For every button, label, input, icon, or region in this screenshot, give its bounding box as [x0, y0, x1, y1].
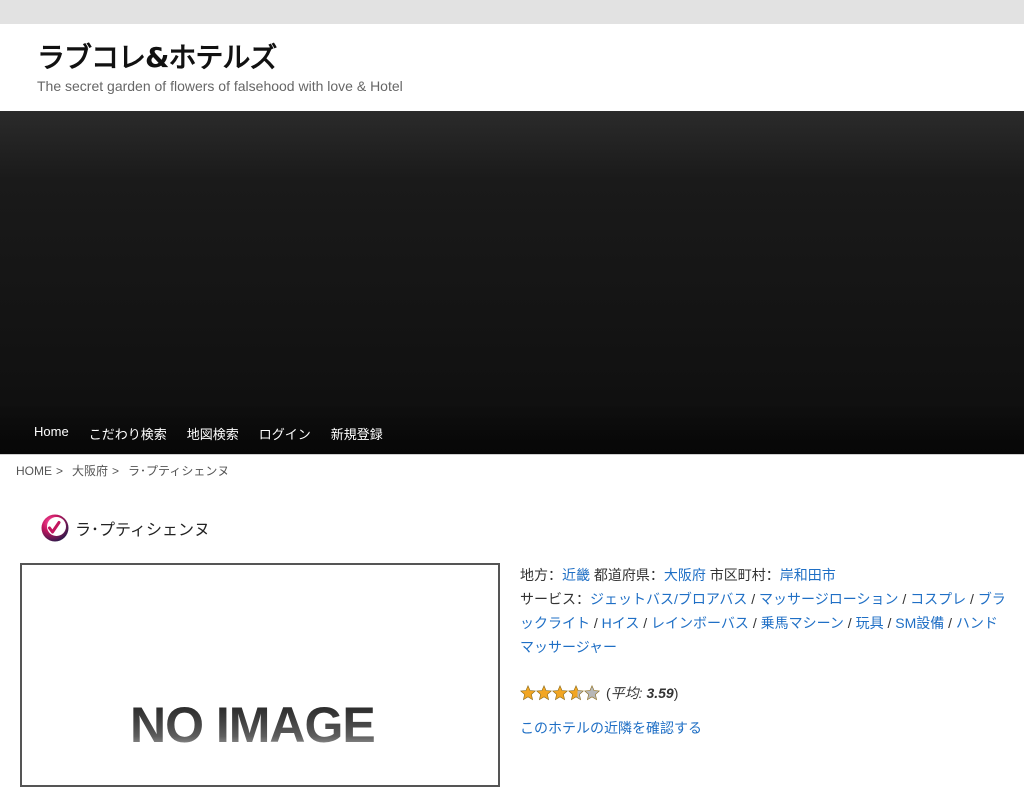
rating-close-paren: ): [673, 685, 679, 701]
nav-register[interactable]: 新規登録: [321, 412, 393, 452]
star-icon[interactable]: [552, 685, 568, 701]
city-label: 市区町村：: [709, 567, 780, 583]
hotel-info: 地方：近畿 都道府県：大阪府 市区町村：岸和田市 サービス：ジェットバス/ブロア…: [520, 563, 1008, 659]
service-separator: /: [948, 615, 953, 631]
services-row: サービス：ジェットバス/ブロアバス / マッサージローション / コスプレ / …: [520, 587, 1008, 659]
header-banner: [0, 111, 1024, 454]
no-image-placeholder: NO IMAGE: [130, 698, 405, 778]
no-image-text: NO IMAGE: [130, 697, 376, 753]
breadcrumb-separator: >: [56, 464, 64, 478]
service-separator: /: [902, 591, 907, 607]
site-tagline: The secret garden of flowers of falsehoo…: [37, 78, 403, 94]
nav-divider: [0, 454, 1024, 455]
breadcrumb-home[interactable]: HOME: [16, 464, 52, 478]
star-icon[interactable]: [568, 685, 584, 701]
city-link[interactable]: 岸和田市: [780, 567, 836, 583]
prefecture-label: 都道府県：: [593, 567, 664, 583]
rating-average-value: 3.59: [646, 685, 674, 701]
star-icon[interactable]: [520, 685, 536, 701]
service-link[interactable]: 乗馬マシーン: [761, 615, 844, 631]
service-link[interactable]: 玩具: [856, 615, 884, 631]
rating: (平均: 3.59): [520, 683, 678, 703]
hotel-image: NO IMAGE: [20, 563, 500, 787]
hotel-name: ラ･プティシェンヌ: [75, 522, 211, 539]
nav-home[interactable]: Home: [24, 412, 79, 452]
region-link[interactable]: 近畿: [562, 567, 590, 583]
service-link[interactable]: SM設備: [895, 615, 944, 631]
service-separator: /: [751, 591, 756, 607]
service-separator: /: [970, 591, 974, 607]
service-link[interactable]: コスプレ: [910, 591, 966, 607]
service-separator: /: [593, 615, 598, 631]
service-link[interactable]: Hイス: [602, 615, 640, 631]
star-icon[interactable]: [536, 685, 552, 701]
breadcrumb: HOME > 大阪府 > ラ･プティシェンヌ: [16, 462, 229, 479]
breadcrumb-separator: >: [112, 464, 120, 478]
location-row: 地方：近畿 都道府県：大阪府 市区町村：岸和田市: [520, 563, 1008, 587]
breadcrumb-prefecture[interactable]: 大阪府: [72, 464, 108, 478]
service-separator: /: [847, 615, 852, 631]
rating-stars[interactable]: [520, 685, 600, 701]
service-separator: /: [643, 615, 648, 631]
service-link[interactable]: マッサージローション: [759, 591, 898, 607]
prefecture-link[interactable]: 大阪府: [664, 567, 706, 583]
service-separator: /: [887, 615, 892, 631]
service-link[interactable]: ジェットバス/ブロアバス: [590, 591, 747, 607]
nearby-hotels-link[interactable]: このホテルの近隣を確認する: [520, 718, 702, 738]
hotel-title-icon: [41, 514, 69, 542]
nav-login[interactable]: ログイン: [249, 412, 321, 452]
breadcrumb-current: ラ･プティシェンヌ: [128, 464, 230, 478]
nav-detailed-search[interactable]: こだわり検索: [79, 412, 177, 452]
top-bar: [0, 0, 1024, 24]
site-title[interactable]: ラブコレ&ホテルズ: [37, 36, 277, 76]
star-icon[interactable]: [584, 685, 600, 701]
services-label: サービス：: [520, 591, 590, 607]
main-nav: Home こだわり検索 地図検索 ログイン 新規登録: [24, 412, 393, 452]
region-label: 地方：: [520, 567, 562, 583]
rating-average-label: 平均:: [610, 685, 643, 701]
service-separator: /: [752, 615, 757, 631]
nav-map-search[interactable]: 地図検索: [177, 412, 249, 452]
service-link[interactable]: レインボーバス: [651, 615, 749, 631]
